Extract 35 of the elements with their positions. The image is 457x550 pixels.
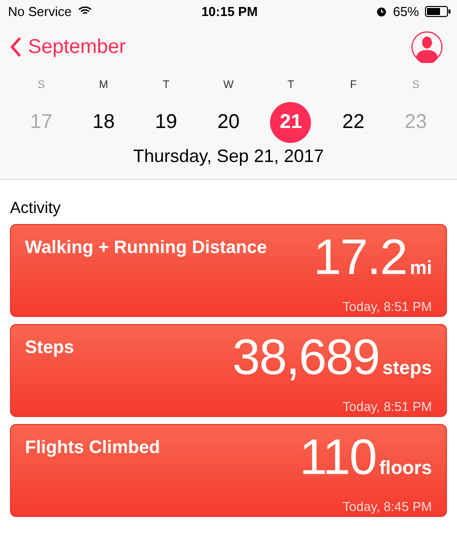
activity-card[interactable]: Steps 38,689 steps Today, 8:51 PM	[10, 324, 447, 417]
card-unit: mi	[410, 257, 432, 281]
day-button[interactable]: 23	[395, 102, 436, 143]
weekday-letter: S	[412, 78, 420, 93]
card-time: Today, 8:51 PM	[342, 399, 432, 414]
weekday-letter: F	[350, 78, 357, 93]
section-title: Activity	[10, 200, 62, 218]
card-value: 17.2	[313, 233, 407, 281]
card-unit: floors	[379, 457, 432, 481]
activity-card[interactable]: Walking + Running Distance 17.2 mi Today, 8:51 PM	[10, 224, 447, 317]
date-label: Thursday, Sep 21, 2017	[132, 145, 325, 168]
weekday-letter: W	[223, 78, 234, 93]
weekday-letter: T	[288, 78, 294, 93]
carrier-text: No Service	[8, 4, 72, 18]
clock-text: 10:15 PM	[201, 4, 258, 18]
day-button[interactable]: 19	[146, 102, 187, 143]
card-title: Flights Climbed	[25, 437, 160, 459]
day-button[interactable]: 22	[332, 102, 374, 143]
card-title: Steps	[25, 337, 74, 359]
weekday-letter: S	[38, 78, 45, 93]
card-value: 110	[300, 433, 376, 481]
card-value: 38,689	[232, 333, 380, 381]
day-button[interactable]: 20	[208, 102, 249, 143]
day-button[interactable]: 21	[270, 102, 312, 143]
weekday-letter: T	[162, 78, 170, 93]
card-title: Walking + Running Distance	[25, 237, 267, 259]
day-button[interactable]: 18	[83, 102, 124, 143]
weekday-letter: M	[99, 78, 108, 93]
activity-card[interactable]: Flights Climbed 110 floors Today, 8:45 PM	[10, 424, 447, 517]
card-unit: steps	[382, 357, 432, 381]
card-time: Today, 8:45 PM	[342, 499, 432, 514]
battery-text: 65%	[392, 4, 419, 18]
day-button[interactable]: 17	[20, 102, 62, 143]
card-time: Today, 8:51 PM	[342, 299, 432, 314]
back-button[interactable]: September	[10, 36, 126, 58]
